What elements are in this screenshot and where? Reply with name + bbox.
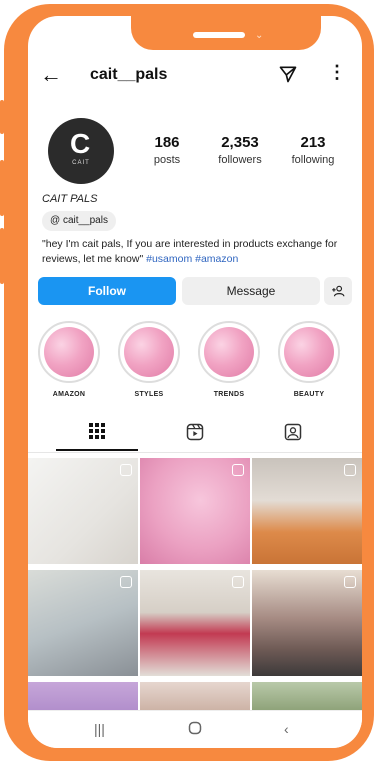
reel-icon xyxy=(344,464,356,476)
speaker-bar xyxy=(193,32,245,38)
bio-hashtags[interactable]: #usamom #amazon xyxy=(146,253,238,265)
followers-stat[interactable]: 2,353 followers xyxy=(205,134,275,166)
following-count: 213 xyxy=(300,134,326,151)
highlight-ring xyxy=(278,321,340,383)
highlight-ring xyxy=(118,321,180,383)
more-options-icon[interactable]: ⋮ xyxy=(328,62,346,83)
follow-button[interactable]: Follow xyxy=(38,277,176,305)
reels-icon xyxy=(186,423,204,441)
reel-icon xyxy=(232,464,244,476)
highlight-amazon[interactable]: AMAZON xyxy=(38,321,100,398)
back-nav-icon[interactable]: ‹ xyxy=(284,721,289,737)
reel-icon xyxy=(232,576,244,588)
highlight-label: AMAZON xyxy=(52,391,86,398)
add-user-button[interactable] xyxy=(324,277,352,305)
post-thumbnail[interactable] xyxy=(28,458,138,564)
avatar-text: CAIT xyxy=(72,160,90,166)
post-thumbnail[interactable] xyxy=(252,682,362,710)
profile-tabs xyxy=(28,412,362,453)
threads-handle: cait__pals xyxy=(62,215,108,226)
followers-count: 2,353 xyxy=(221,134,259,151)
avatar-monogram: C xyxy=(70,128,91,159)
post-thumbnail[interactable] xyxy=(140,458,250,564)
highlight-ring xyxy=(38,321,100,383)
add-user-icon xyxy=(332,285,345,297)
avatar[interactable]: C CAIT xyxy=(48,118,114,184)
following-label: following xyxy=(291,154,335,166)
highlight-beauty[interactable]: BEAUTY xyxy=(278,321,340,398)
posts-count: 186 xyxy=(154,134,180,151)
highlight-cover xyxy=(44,327,94,377)
profile-header: ← cait__pals ⋮ xyxy=(28,60,362,90)
reel-icon xyxy=(120,576,132,588)
chevron-down-icon: ⌄ xyxy=(255,30,264,41)
back-arrow-icon[interactable]: ← xyxy=(40,62,62,88)
post-thumbnail[interactable] xyxy=(140,682,250,710)
highlight-cover xyxy=(284,327,334,377)
posts-stat[interactable]: 186 posts xyxy=(132,134,202,166)
grid-icon xyxy=(89,423,105,439)
following-stat[interactable]: 213 following xyxy=(278,134,348,166)
followers-label: followers xyxy=(218,154,262,166)
highlight-cover xyxy=(204,327,254,377)
highlight-trends[interactable]: TRENDS xyxy=(198,321,260,398)
highlight-label: TRENDS xyxy=(213,391,245,398)
highlight-ring xyxy=(198,321,260,383)
highlight-styles[interactable]: STYLES xyxy=(118,321,180,398)
system-nav-bar: ||| ‹ xyxy=(28,710,362,748)
post-thumbnail[interactable] xyxy=(140,570,250,676)
threads-badge[interactable]: @ cait__pals xyxy=(42,211,116,231)
posts-label: posts xyxy=(153,154,181,166)
post-thumbnail[interactable] xyxy=(28,682,138,710)
bio: "hey I'm cait pals, If you are intereste… xyxy=(42,237,354,267)
post-thumbnail[interactable] xyxy=(252,458,362,564)
post-thumbnail[interactable] xyxy=(28,570,138,676)
notch: ⌄ xyxy=(131,16,321,50)
send-icon[interactable] xyxy=(278,64,298,89)
display-name: CAIT PALS xyxy=(42,193,98,205)
home-icon[interactable] xyxy=(188,721,202,738)
highlight-label: STYLES xyxy=(134,391,164,398)
post-thumbnail[interactable] xyxy=(252,570,362,676)
highlight-cover xyxy=(124,327,174,377)
message-button[interactable]: Message xyxy=(182,277,320,305)
tab-grid[interactable] xyxy=(77,422,117,445)
profile-username: cait__pals xyxy=(90,66,168,83)
tab-reels[interactable] xyxy=(175,422,215,447)
recent-apps-icon[interactable]: ||| xyxy=(94,721,105,737)
tagged-icon xyxy=(284,423,302,441)
threads-icon: @ xyxy=(50,215,61,226)
tab-tagged[interactable] xyxy=(273,422,313,447)
reel-icon xyxy=(344,576,356,588)
highlight-label: BEAUTY xyxy=(293,391,325,398)
reel-icon xyxy=(120,464,132,476)
phone-screen: ⌄ ← cait__pals ⋮ C CAIT 186 posts 2,353 … xyxy=(28,16,362,748)
active-tab-indicator xyxy=(56,449,138,451)
